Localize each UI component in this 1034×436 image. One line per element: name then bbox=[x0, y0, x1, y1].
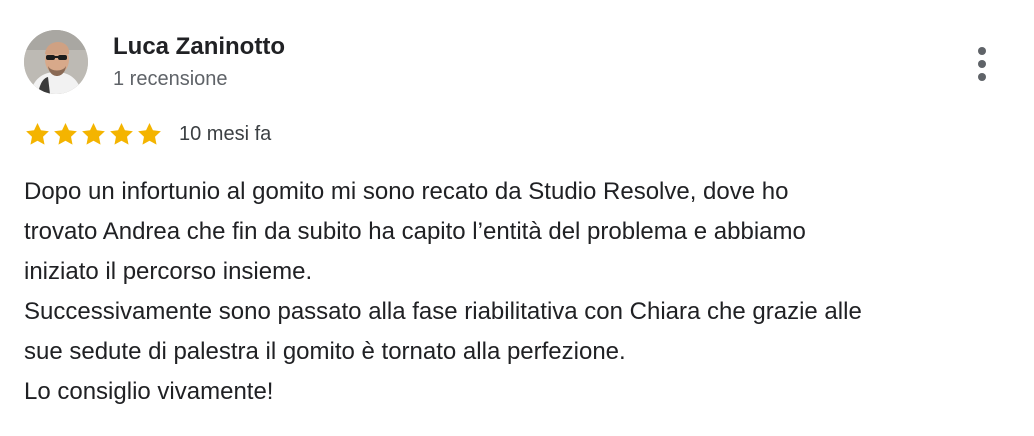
review-text-line: Lo consiglio vivamente! bbox=[24, 378, 274, 405]
more-vertical-icon-dot bbox=[978, 60, 986, 68]
review-text-line: Dopo un infortunio al gomito mi sono rec… bbox=[24, 178, 789, 205]
star-filled-icon bbox=[110, 122, 133, 145]
star-filled-icon bbox=[26, 122, 49, 145]
user-photo-icon bbox=[24, 30, 88, 94]
avatar[interactable] bbox=[24, 30, 88, 94]
review-text: Dopo un infortunio al gomito mi sono rec… bbox=[24, 172, 1014, 412]
star-rating bbox=[24, 121, 163, 148]
star-filled-icon bbox=[138, 122, 161, 145]
star-filled-icon bbox=[54, 122, 77, 145]
review-text-line: Successivamente sono passato alla fase r… bbox=[24, 298, 862, 325]
author-name[interactable]: Luca Zaninotto bbox=[113, 33, 285, 61]
review-text-line: iniziato il percorso insieme. bbox=[24, 258, 313, 285]
more-vertical-icon-dot bbox=[978, 73, 986, 81]
review-text-line: trovato Andrea che fin da subito ha capi… bbox=[24, 218, 806, 245]
star-filled-icon bbox=[82, 122, 105, 145]
review-text-line: sue sedute di palestra il gomito è torna… bbox=[24, 338, 626, 365]
author-review-count[interactable]: 1 recensione bbox=[113, 68, 228, 91]
more-vertical-icon bbox=[978, 47, 986, 55]
more-options-button[interactable] bbox=[966, 42, 998, 86]
review-date: 10 mesi fa bbox=[179, 122, 272, 145]
rating-row: 10 mesi fa bbox=[24, 120, 271, 148]
